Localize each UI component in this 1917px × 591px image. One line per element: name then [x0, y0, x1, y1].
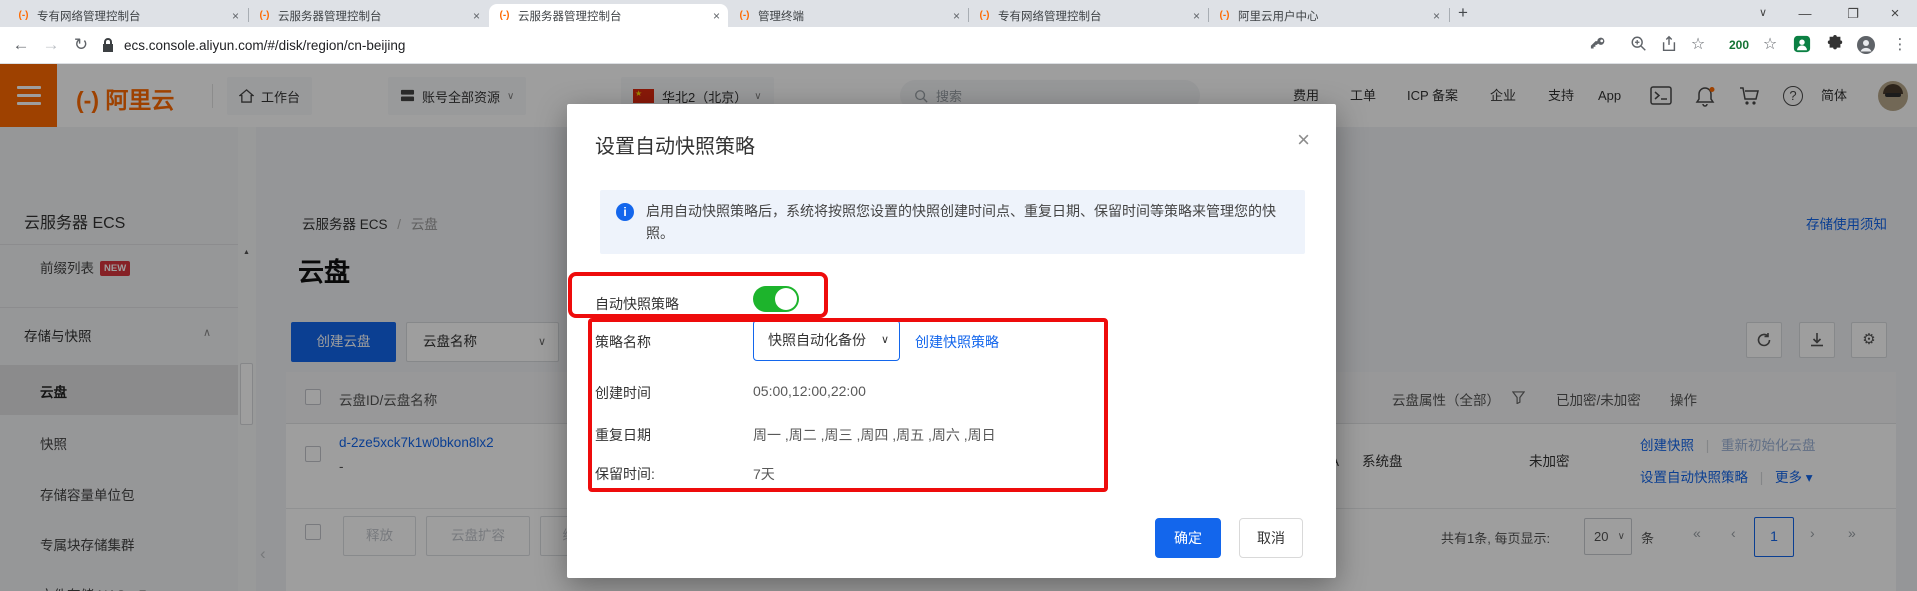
- browser-tab-bar: (-) 专有网络管理控制台 × (-) 云服务器管理控制台 × (-) 云服务器…: [0, 0, 1917, 27]
- modal-close-icon[interactable]: ×: [1297, 129, 1310, 151]
- info-text: 启用自动快照策略后，系统将按照您设置的快照创建时间点、重复日期、保留时间等策略来…: [646, 203, 1276, 241]
- tab-title: 云服务器管理控制台: [518, 10, 622, 23]
- tab-title: 专有网络管理控制台: [998, 10, 1102, 23]
- share-icon[interactable]: [1660, 35, 1680, 55]
- new-tab-button[interactable]: +: [1458, 3, 1468, 23]
- info-banner: i 启用自动快照策略后，系统将按照您设置的快照创建时间点、重复日期、保留时间等策…: [600, 190, 1305, 254]
- browser-tab-active[interactable]: (-) 云服务器管理控制台 ×: [489, 4, 728, 27]
- bookmark-star-icon[interactable]: ☆: [1688, 35, 1708, 55]
- tab-separator: [1449, 8, 1450, 22]
- browser-tab[interactable]: (-) 阿里云用户中心 ×: [1209, 4, 1448, 27]
- tab-title: 阿里云用户中心: [1238, 10, 1319, 23]
- aliyun-favicon-icon: (-): [18, 10, 29, 21]
- tab-title: 云服务器管理控制台: [278, 10, 382, 23]
- zoom-level-badge[interactable]: 200: [1724, 35, 1754, 55]
- back-icon[interactable]: ←: [8, 27, 34, 64]
- browser-tab[interactable]: (-) 专有网络管理控制台 ×: [8, 4, 247, 27]
- browser-tab[interactable]: (-) 专有网络管理控制台 ×: [969, 4, 1208, 27]
- window-restore-button[interactable]: ❐: [1838, 0, 1868, 27]
- tab-close-icon[interactable]: ×: [1433, 9, 1440, 23]
- screen: (-) 专有网络管理控制台 × (-) 云服务器管理控制台 × (-) 云服务器…: [0, 0, 1917, 591]
- tab-title: 管理终端: [758, 10, 804, 23]
- window-profile-chevron-icon[interactable]: ∨: [1748, 0, 1778, 27]
- aliyun-favicon-icon: (-): [1219, 10, 1230, 21]
- aliyun-favicon-icon: (-): [739, 10, 750, 21]
- tab-close-icon[interactable]: ×: [1193, 9, 1200, 23]
- tab-close-icon[interactable]: ×: [473, 9, 480, 23]
- browser-address-bar: ← → ↻ ecs.console.aliyun.com/#/disk/regi…: [0, 27, 1917, 64]
- annotation-rect-toggle: [568, 272, 828, 318]
- confirm-button[interactable]: 确定: [1155, 518, 1221, 558]
- cancel-button[interactable]: 取消: [1239, 518, 1303, 558]
- annotation-rect-policy-fields: [588, 318, 1108, 492]
- reload-icon[interactable]: ↻: [68, 27, 94, 64]
- window-close-button[interactable]: ×: [1880, 0, 1910, 27]
- aliyun-favicon-icon: (-): [979, 10, 990, 21]
- aliyun-favicon-icon: (-): [259, 10, 270, 21]
- tab-close-icon[interactable]: ×: [953, 9, 960, 23]
- browser-menu-icon[interactable]: ⋮: [1890, 35, 1910, 55]
- tab-close-icon[interactable]: ×: [232, 9, 239, 23]
- window-minimize-button[interactable]: —: [1790, 0, 1820, 27]
- info-icon: i: [616, 203, 634, 221]
- modal-title: 设置自动快照策略: [595, 136, 755, 158]
- forward-icon[interactable]: →: [38, 27, 64, 64]
- password-key-icon[interactable]: [1590, 35, 1610, 55]
- browser-profile-avatar[interactable]: [1856, 35, 1876, 55]
- tab-close-icon[interactable]: ×: [713, 9, 720, 23]
- url-text[interactable]: ecs.console.aliyun.com/#/disk/region/cn-…: [124, 27, 405, 64]
- lock-icon: [102, 37, 114, 53]
- tab-title: 专有网络管理控制台: [37, 10, 141, 23]
- extension-star-icon[interactable]: ☆: [1760, 35, 1780, 55]
- aliyun-favicon-icon: (-): [499, 10, 510, 21]
- extension-person-icon[interactable]: [1793, 35, 1813, 55]
- extensions-puzzle-icon[interactable]: [1826, 35, 1846, 55]
- browser-tab[interactable]: (-) 管理终端 ×: [729, 4, 968, 27]
- zoom-page-icon[interactable]: [1630, 35, 1650, 55]
- browser-tab[interactable]: (-) 云服务器管理控制台 ×: [249, 4, 488, 27]
